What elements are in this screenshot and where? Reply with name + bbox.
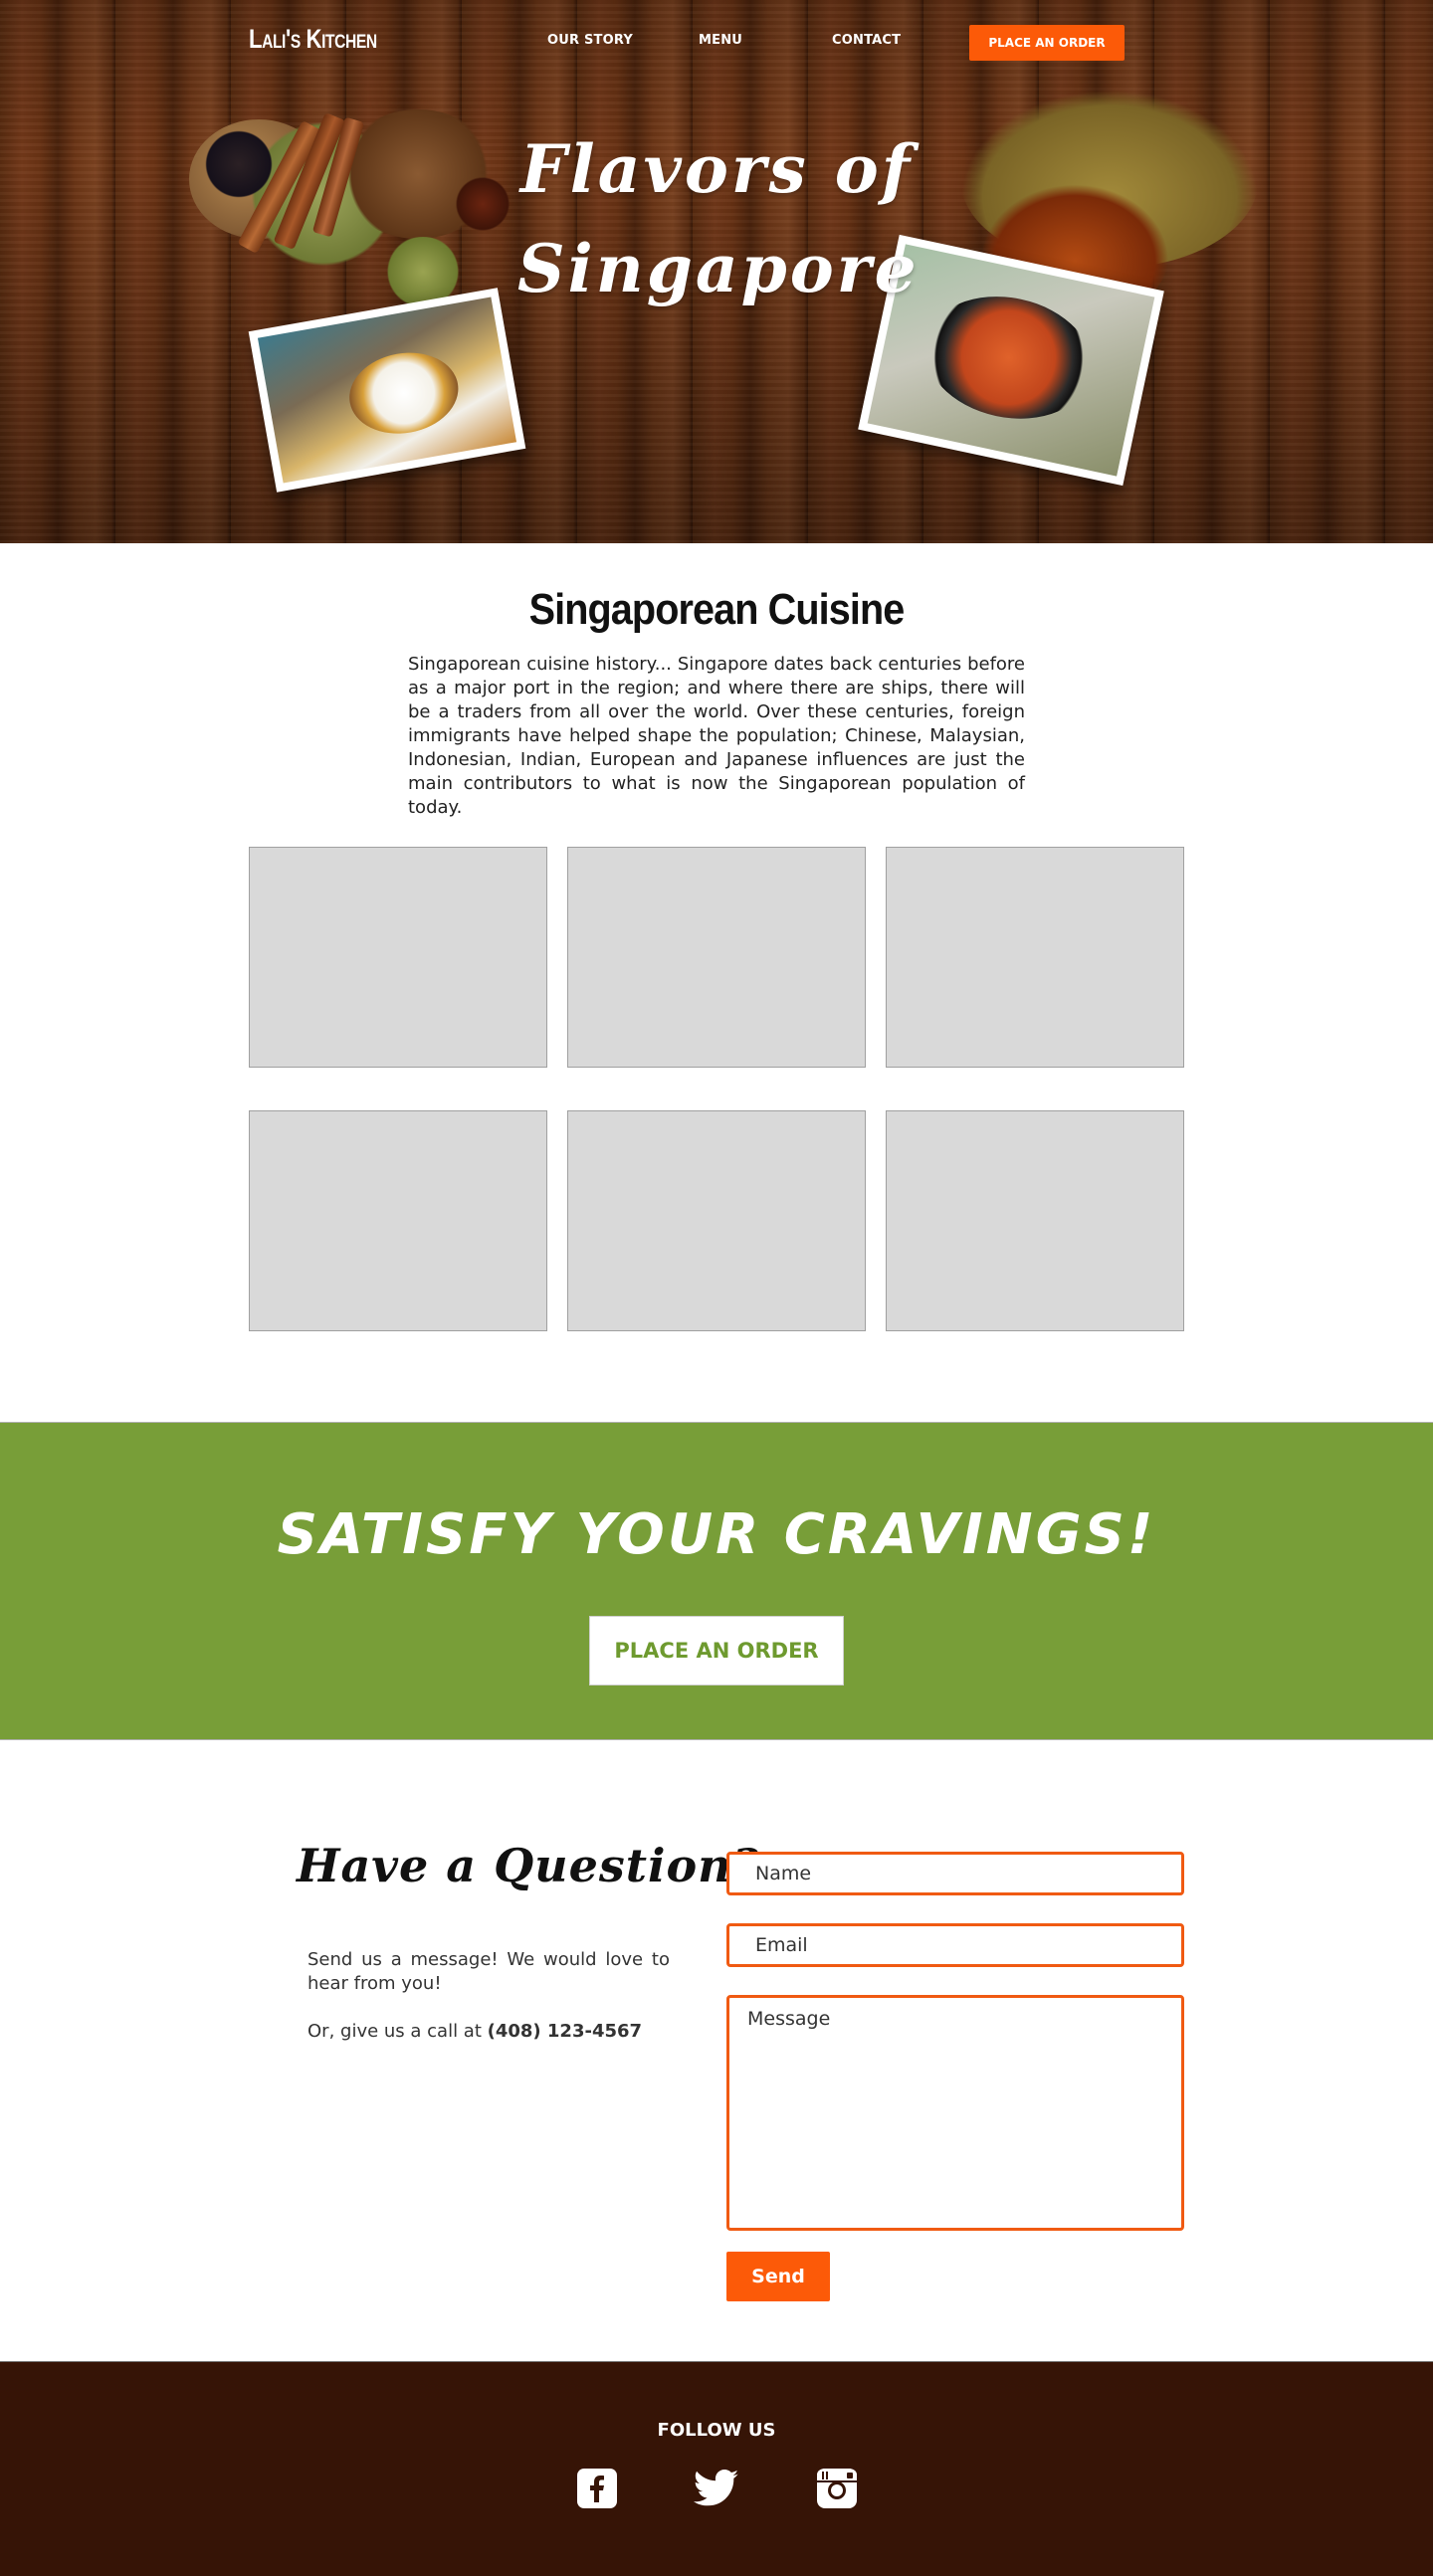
send-button[interactable]: Send — [726, 2252, 830, 2301]
hero-title-line-2: Singapore — [517, 230, 920, 307]
nav-link-contact[interactable]: CONTACT — [832, 33, 901, 48]
gallery-image-placeholder — [249, 1110, 547, 1331]
follow-us-label: FOLLOW US — [657, 2420, 776, 2441]
site-logo[interactable]: Lali's Kitchen — [249, 24, 377, 55]
hero-title-line-1: Flavors of — [519, 130, 914, 208]
cta-banner: SATISFY YOUR CRAVINGS! PLACE AN ORDER — [0, 1422, 1433, 1740]
twitter-icon[interactable] — [694, 2468, 739, 2509]
nav-place-order-button[interactable]: PLACE AN ORDER — [969, 25, 1125, 61]
gallery-image-placeholder — [567, 847, 866, 1068]
contact-message-text: Send us a message! We would love to hear… — [307, 1949, 670, 1994]
nav-link-menu[interactable]: MENU — [699, 33, 742, 48]
hero-section: Lali's Kitchen OUR STORY MENU CONTACT PL… — [0, 0, 1433, 543]
gallery-image-placeholder — [567, 1110, 866, 1331]
call-prefix: Or, give us a call at — [307, 2021, 488, 2042]
cuisine-description: Singaporean cuisine history... Singapore… — [408, 654, 1025, 818]
dish-photo-left — [248, 288, 526, 493]
hero-title: Flavors of Singapore — [517, 119, 917, 318]
gallery-image-placeholder — [249, 847, 547, 1068]
instagram-icon[interactable] — [816, 2468, 858, 2509]
cta-title: SATISFY YOUR CRAVINGS! — [277, 1502, 1156, 1567]
contact-heading: Have a Question? — [297, 1839, 760, 1892]
gallery-image-placeholder — [886, 847, 1184, 1068]
email-field[interactable] — [726, 1923, 1184, 1967]
site-footer: FOLLOW US — [0, 2361, 1433, 2576]
top-navigation: Lali's Kitchen OUR STORY MENU CONTACT PL… — [0, 0, 1433, 84]
name-field[interactable] — [726, 1852, 1184, 1895]
message-field[interactable] — [726, 1995, 1184, 2231]
gallery-image-placeholder — [886, 1110, 1184, 1331]
cuisine-heading: Singaporean Cuisine — [528, 585, 906, 634]
contact-call-text: Or, give us a call at (408) 123-4567 — [307, 2021, 642, 2042]
facebook-icon[interactable] — [576, 2468, 618, 2509]
cta-place-order-button[interactable]: PLACE AN ORDER — [589, 1616, 844, 1685]
nav-link-our-story[interactable]: OUR STORY — [547, 33, 633, 48]
phone-number[interactable]: (408) 123-4567 — [488, 2021, 642, 2042]
